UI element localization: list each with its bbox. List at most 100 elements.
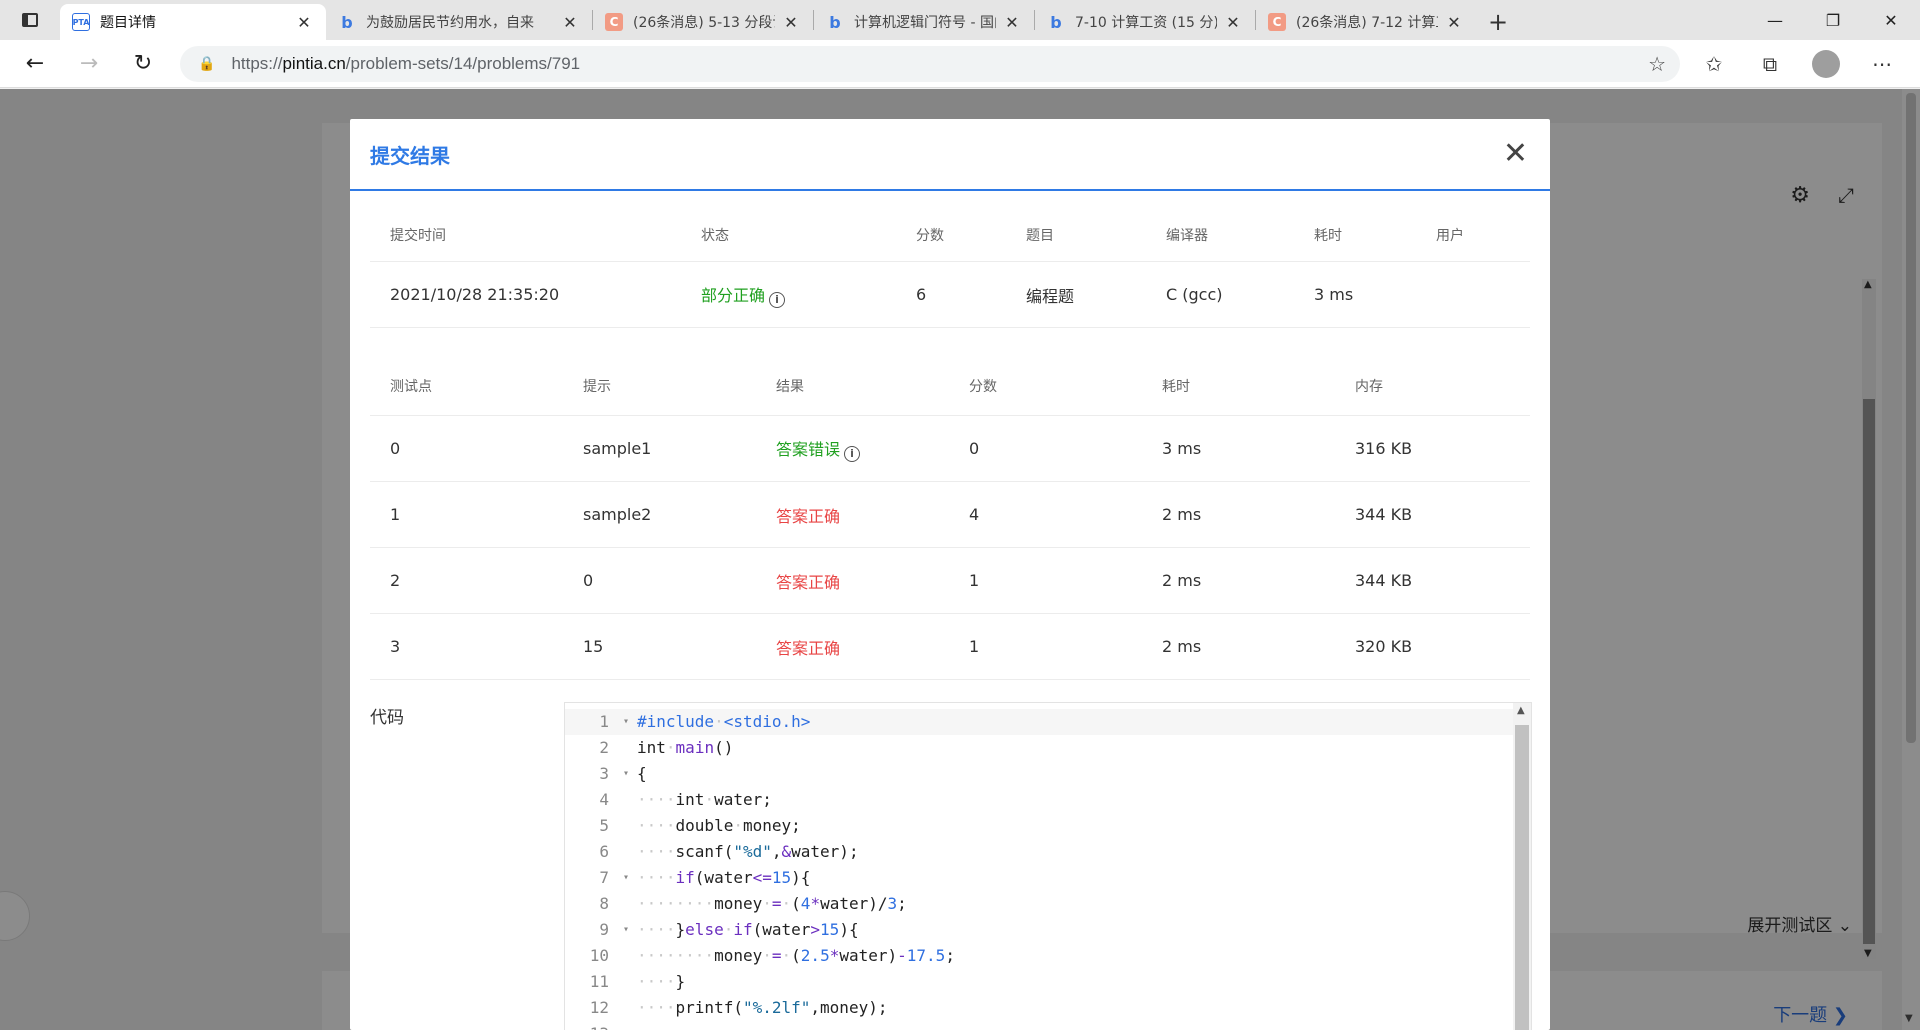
table-header: 测试点 提示 结果 分数 耗时 内存 [370,356,1530,416]
status-cell[interactable]: 部分正确 i [681,282,896,308]
column-header: 测试点 [390,378,432,395]
case-result: 答案正确 [776,572,841,592]
case-result[interactable]: 答案错误 i [756,436,949,462]
code-scroll-thumb[interactable] [1515,725,1529,1030]
browser-tab-0[interactable]: PTA 题目详情 ✕ [60,4,326,40]
favorites-icon: ✩ [1705,52,1723,76]
fold-gutter [615,735,637,761]
tab-strip: PTA 题目详情 ✕ b 为鼓励居民节约用水，自来 ✕ C (26条消息) 5-… [0,0,1920,40]
case-hint: 15 [583,637,604,656]
case-result: 答案正确 [776,506,841,526]
restore-button[interactable]: ❐ [1804,0,1862,40]
browser-tab-2[interactable]: C (26条消息) 5-13 分段计算居 ✕ [593,4,813,40]
tab-title: 7-10 计算工资 (15 分)某公司 [1075,15,1217,31]
column-header: 分数 [969,378,997,395]
forward-button[interactable]: → [62,40,116,88]
test-cases-table: 测试点 提示 结果 分数 耗时 内存 0 sample1 答案错误 i 0 3 m… [370,356,1530,680]
case-id: 1 [390,505,401,524]
browser-tab-5[interactable]: C (26条消息) 7-12 计算工资 ( ✕ [1256,4,1476,40]
close-tab-icon[interactable]: ✕ [560,13,580,32]
code-line: 10 ········money·=·(2.5*water)-17.5; [565,943,955,969]
close-tab-icon[interactable]: ✕ [781,13,801,32]
tab-actions-icon [22,13,38,27]
close-tab-icon[interactable]: ✕ [1444,13,1464,32]
refresh-button[interactable]: ↻ [116,40,170,88]
line-number: 11 [589,972,609,991]
profile-button[interactable] [1798,50,1854,78]
dialog-header: 提交结果 ✕ [350,119,1550,191]
code-scrollbar[interactable]: ▲ [1513,703,1531,1030]
lock-icon: 🔒 [198,56,216,72]
fold-arrow-icon[interactable]: ▾ [615,917,637,943]
info-icon[interactable]: i [769,291,786,308]
case-score: 1 [969,637,980,656]
code-line: 6 ····scanf("%d",&water); [565,839,955,865]
url-text: https://pintia.cn/problem-sets/14/proble… [231,54,581,73]
submission-summary-table: 提交时间 状态 分数 题目 编译器 耗时 用户 2021/10/28 21:35… [370,209,1530,328]
tab-actions-button[interactable] [0,0,60,40]
elapsed-cell: 3 ms [1314,285,1354,304]
avatar [1812,50,1840,78]
problem-type-cell: 编程题 [1026,286,1075,306]
code-line: 11 ····} [565,969,955,995]
code-text: ····if(water<=15){ [637,868,811,887]
code-lines: 1 ▾ #include·<stdio.h> 2 int·main() 3 ▾{4 ····i… [565,709,955,1030]
line-number: 7 [599,868,609,887]
code-text: ········money·=·(2.5*water)-17.5; [637,946,955,965]
bing-favicon-icon: b [829,12,841,32]
bing-favicon-icon: b [341,12,353,32]
fold-arrow-icon[interactable]: ▾ [615,709,637,735]
code-text: int·main() [637,738,734,757]
close-dialog-icon[interactable]: ✕ [1503,139,1528,169]
fold-arrow-icon[interactable]: ▾ [615,865,637,891]
column-header: 内存 [1355,378,1383,395]
tab-title: 计算机逻辑门符号 - 国内版 [854,15,996,31]
fold-gutter [615,995,637,1021]
tab-title: 为鼓励居民节约用水，自来 [366,15,534,31]
line-number: 1 [599,712,609,731]
more-button[interactable]: ⋯ [1854,52,1910,76]
address-bar[interactable]: 🔒 https://pintia.cn/problem-sets/14/prob… [180,46,1680,82]
csdn-favicon-icon: C [1268,13,1286,31]
fold-gutter [615,943,637,969]
fold-gutter [615,813,637,839]
case-memory: 344 KB [1355,571,1413,590]
browser-tab-4[interactable]: b 7-10 计算工资 (15 分)某公司 ✕ [1035,4,1255,40]
browser-tab-1[interactable]: b 为鼓励居民节约用水，自来 ✕ [326,4,592,40]
fold-arrow-icon[interactable]: ▾ [615,761,637,787]
fold-gutter [615,969,637,995]
line-number: 2 [599,738,609,757]
case-score: 0 [969,439,980,458]
new-tab-button[interactable]: + [1476,4,1520,40]
browser-tab-3[interactable]: b 计算机逻辑门符号 - 国内版 ✕ [814,4,1034,40]
table-row: 0 sample1 答案错误 i 0 3 ms 316 KB [370,416,1530,482]
close-tab-icon[interactable]: ✕ [294,13,314,32]
case-id: 2 [390,571,401,590]
close-window-button[interactable]: ✕ [1862,0,1920,40]
collections-button[interactable]: ⧉ [1742,52,1798,76]
table-row: 2 0 答案正确 1 2 ms 344 KB [370,548,1530,614]
forward-arrow-icon: → [79,51,99,76]
close-tab-icon[interactable]: ✕ [1002,13,1022,32]
code-line: 7 ▾ ····if(water<=15){ [565,865,955,891]
refresh-icon: ↻ [133,51,153,76]
close-tab-icon[interactable]: ✕ [1223,13,1243,32]
back-button[interactable]: ← [8,40,62,88]
plus-icon: + [1487,8,1509,36]
collections-icon: ⧉ [1762,52,1778,76]
case-hint: sample1 [583,439,652,458]
add-favorite-icon[interactable]: ☆ [1648,52,1666,76]
case-time: 2 ms [1162,637,1202,656]
scroll-up-icon[interactable]: ▲ [1517,705,1525,716]
code-line: 2 int·main() [565,735,955,761]
code-text: ····double·money; [637,816,801,835]
tab-title: 题目详情 [100,15,156,31]
code-line: 1 ▾ #include·<stdio.h> [565,709,955,735]
favorites-button[interactable]: ✩ [1686,52,1742,76]
code-line: 3 ▾{ [565,761,955,787]
minimize-button[interactable]: — [1746,0,1804,40]
pta-favicon-icon: PTA [72,13,90,31]
restore-icon: ❐ [1825,10,1841,30]
info-icon[interactable]: i [844,445,861,462]
code-viewer[interactable]: 1 ▾ #include·<stdio.h> 2 int·main() 3 ▾{4 ····i… [564,702,1532,1030]
